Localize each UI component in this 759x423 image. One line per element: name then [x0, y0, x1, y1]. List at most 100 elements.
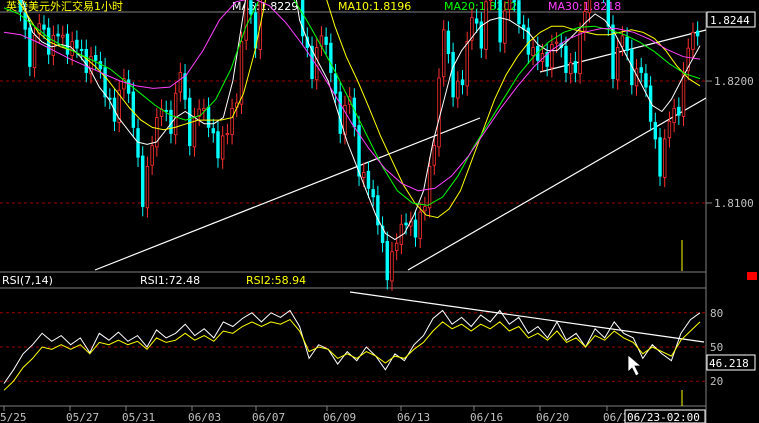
candle-body — [554, 41, 559, 44]
candle-body — [362, 172, 366, 178]
candle-body — [126, 79, 131, 94]
x-tick-label: 06/03 — [188, 411, 221, 423]
x-tick-label: 06/09 — [323, 411, 356, 423]
candle-body — [653, 122, 658, 140]
candle-body — [658, 137, 662, 177]
rsi-tick-label: 20 — [710, 375, 723, 388]
candle-body — [691, 31, 695, 50]
candle-body — [220, 135, 225, 160]
candle-body — [503, 10, 507, 44]
candle-body — [484, 1, 488, 50]
candle-body — [145, 165, 150, 209]
candle-body — [75, 39, 79, 49]
candle-body — [56, 33, 60, 37]
candle-body — [206, 106, 211, 128]
marker-square — [747, 272, 757, 280]
x-tick-label: 06/20 — [536, 411, 569, 423]
current-rsi-label: 46.218 — [709, 357, 749, 370]
x-tick-label: 06/07 — [252, 411, 285, 423]
cursor-time-label: 06/23-02:00 — [627, 411, 700, 423]
candle-body — [427, 165, 432, 209]
candle-body — [390, 251, 394, 282]
candle-body — [432, 145, 436, 166]
candle-body — [244, 0, 248, 41]
candle-body — [644, 73, 648, 88]
candle-body — [338, 91, 342, 134]
candle-body — [606, 0, 610, 27]
candle-body — [84, 48, 88, 73]
candle-body — [620, 35, 625, 47]
candle-body — [249, 0, 253, 15]
candle-body — [136, 128, 140, 158]
candle-body — [28, 27, 32, 67]
candle-body — [474, 18, 479, 24]
candle-body — [141, 155, 145, 208]
candle-body — [564, 45, 568, 73]
candle-body — [573, 61, 578, 73]
candle-body — [418, 211, 422, 239]
rsi-title: RSI(7,14) — [2, 274, 53, 287]
candle-body — [611, 24, 615, 80]
candle-body — [103, 67, 107, 98]
candle-body — [23, 12, 27, 30]
candle-body — [663, 138, 667, 178]
candle-body — [498, 0, 502, 43]
candle-body — [667, 120, 672, 139]
candle-body — [423, 206, 427, 212]
x-tick-label: 06/16 — [470, 411, 503, 423]
candle-body — [329, 42, 333, 73]
candle-body — [583, 11, 587, 32]
candle-body — [173, 92, 178, 136]
candle-body — [216, 131, 220, 159]
rsi-legend-entry: RSI2:58.94 — [246, 274, 306, 287]
candle-body — [587, 0, 592, 14]
candle-body — [517, 0, 521, 25]
candle-body — [178, 72, 183, 93]
rsi-legend-entry: RSI1:72.48 — [140, 274, 200, 287]
forex-chart: 英镑美元外汇交易1小时 MA5:1.8229 MA10:1.8196 MA20:1.… — [0, 0, 759, 423]
candle-body — [394, 242, 399, 251]
candle-body — [442, 29, 446, 78]
candle-body — [202, 108, 206, 111]
candle-body — [512, 0, 516, 3]
candle-body — [677, 106, 681, 116]
candle-body — [65, 33, 70, 55]
candle-body — [531, 47, 535, 56]
candle-body — [230, 108, 234, 136]
candle-body — [456, 80, 460, 99]
candle-body — [188, 97, 192, 147]
candle-body — [131, 91, 136, 128]
candle-body — [437, 77, 441, 148]
candle-body — [578, 31, 582, 75]
candle-body — [616, 47, 620, 81]
x-tick-label: 05/27 — [66, 411, 99, 423]
candle-body — [366, 170, 371, 189]
candle-body — [183, 73, 187, 100]
price-tick-label: 1.8200 — [714, 75, 754, 88]
x-tick-label: 5/25 — [0, 411, 27, 423]
rsi-legend: RSI(7,14) RSI1:72.48 RSI2:58.94 — [2, 274, 306, 287]
candle-body — [695, 30, 700, 37]
rsi-tick-label: 50 — [710, 341, 723, 354]
candle-body — [625, 36, 629, 51]
candle-body — [94, 55, 98, 61]
candle-body — [568, 62, 573, 75]
candle-body — [211, 128, 215, 134]
candle-body — [550, 44, 554, 69]
ma-legend-entry: MA10:1.8196 — [338, 0, 411, 13]
candle-body — [51, 34, 56, 56]
candle-body — [489, 0, 493, 1]
candle-body — [371, 189, 375, 198]
candle-body — [672, 108, 676, 123]
candle-body — [324, 36, 328, 45]
candle-body — [42, 24, 46, 30]
candle-body — [385, 240, 389, 281]
x-tick-label: 06/13 — [397, 411, 430, 423]
candle-body — [451, 52, 455, 98]
candle-body — [333, 73, 338, 94]
candle-body — [639, 67, 643, 73]
current-price-label: 1.8244 — [710, 14, 750, 27]
candle-body — [413, 219, 418, 238]
price-tick-label: 1.8100 — [714, 197, 754, 210]
rsi-tick-label: 80 — [710, 307, 723, 320]
